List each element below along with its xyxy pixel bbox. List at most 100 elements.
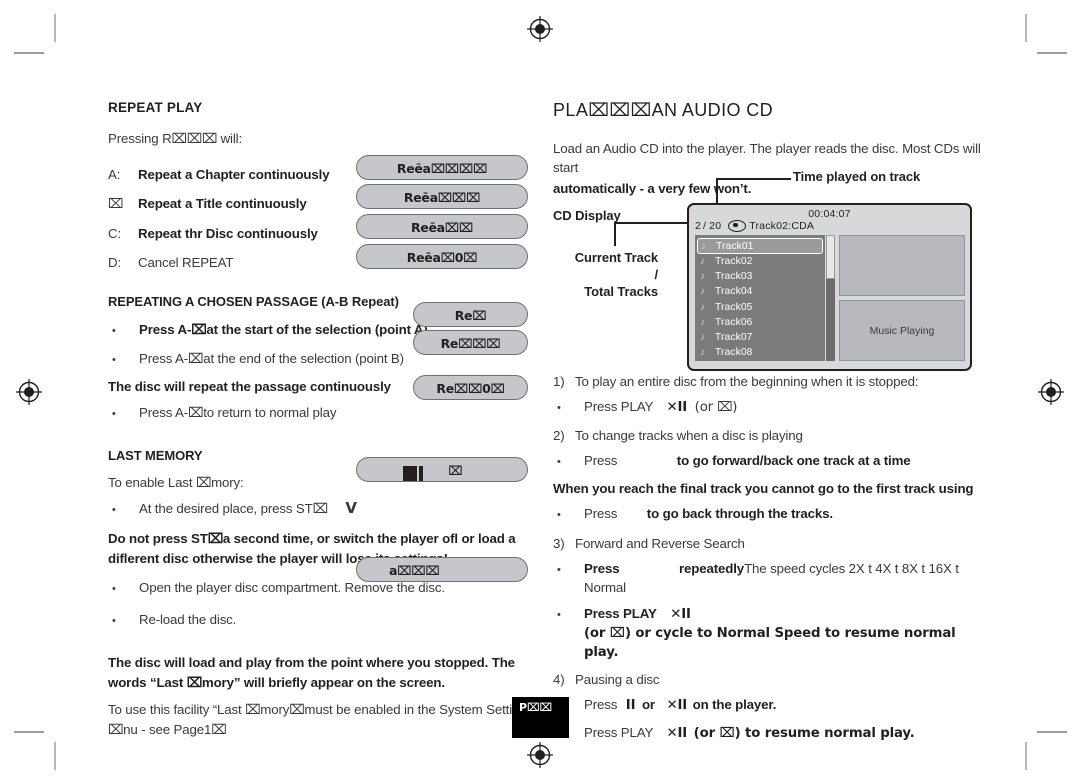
repeat-title-button[interactable]: Reēa⌧⌧⌧ (356, 184, 528, 209)
bullet-dot-icon: • (557, 609, 561, 621)
reload-disc-button[interactable]: a⌧⌧⌧ (356, 557, 528, 582)
callout-time-played-leader-horizontal (717, 178, 791, 180)
instruction-2-bullet-2-post: to go back through the tracks. (646, 506, 833, 521)
repeat-row-c-text: Repeat thr Disc continuously (138, 226, 318, 241)
bullet-dot-icon: • (112, 325, 116, 337)
repeat-disc-button-label: Reēa⌧⌧ (410, 220, 474, 235)
repeat-chapter-button[interactable]: Reēa⌧⌧⌧⌧ (356, 155, 528, 180)
repeat-play-heading: REPEAT PLAY (108, 100, 203, 115)
ab-repeat-cancel-button-label: Re⌧⌧0⌧ (436, 381, 505, 396)
instruction-4-title: Pausing a disc (575, 672, 660, 687)
repeat-disc-button[interactable]: Reēa⌧⌧ (356, 214, 528, 239)
instruction-3-bullet-1: • Press repeatedlyThe speed cycles 2X t … (553, 559, 985, 597)
cd-track-list-scrollbar-thumb[interactable] (826, 235, 835, 279)
bullet-dot-icon: • (557, 456, 561, 468)
music-note-icon: ♪ (700, 347, 706, 359)
callout-current-track-line1: Current Track / (574, 250, 658, 282)
instruction-3-title: Forward and Reverse Search (575, 536, 745, 551)
crop-mark-bottom-left-vertical (54, 742, 56, 770)
cd-display-right-panes: Music Playing (839, 235, 965, 361)
repeat-row-a-key: A: (108, 167, 121, 182)
ab-repeat-bullet-2-text: Press A-⌧at the end of the selection (po… (139, 351, 404, 366)
callout-current-track-line2: Total Tracks (584, 284, 658, 299)
last-memory-bullet-2: • Re-load the disc. (108, 610, 540, 631)
instruction-1-bullet-1: • Press PLAY ✕II (or ⌧) (553, 397, 985, 418)
repeat-row-b-text: Repeat a Title continuously (138, 196, 307, 211)
callout-time-played-leader-vertical (716, 178, 718, 206)
cd-track-label: Track03 (715, 271, 753, 283)
bullet-dot-icon: • (557, 402, 561, 414)
ab-repeat-return-text: Press A-⌧to return to normal play (139, 405, 337, 420)
callout-current-track-leader-vertical (614, 222, 616, 246)
music-note-icon: ♪ (700, 256, 706, 268)
instruction-2-bullet-1-pre: Press (584, 453, 618, 468)
cd-track-label: Track01 (716, 240, 754, 252)
cd-track-label: Track07 (715, 332, 753, 344)
crop-mark-top-right-vertical (1025, 14, 1027, 42)
ab-repeat-point-a-button[interactable]: Re⌧ (413, 302, 528, 327)
last-memory-outro-bold: The disc will load and play from the poi… (108, 655, 515, 690)
playing-audio-cd-heading: PLA⌧⌧⌧AN AUDIO CD (553, 100, 774, 120)
cd-track-list-scrollbar[interactable] (826, 235, 835, 361)
bullet-dot-icon: • (112, 504, 116, 516)
music-note-icon: ♪ (700, 332, 706, 344)
cd-track-item[interactable]: ♪ Track05 (695, 300, 825, 315)
instruction-1-bullet-1-pre: Press PLAY (584, 399, 653, 414)
repeat-row-b-key: ⌧ (108, 197, 124, 212)
last-memory-outro-light: To use this facility “Last ⌧mory⌧must be… (108, 702, 533, 737)
cd-elapsed-time: 00:04:07 (808, 208, 851, 220)
ab-repeat-cancel-button[interactable]: Re⌧⌧0⌧ (413, 375, 528, 400)
repeat-row-c-key: C: (108, 226, 121, 241)
cd-track-label: Track05 (715, 301, 753, 313)
cancel-repeat-button[interactable]: Reēa⌧0⌧ (356, 244, 528, 269)
last-memory-step-1: • At the desired place, press ST⌧ V (108, 499, 540, 520)
ab-repeat-point-a-button-label: Re⌧ (454, 308, 487, 323)
cd-track-item[interactable]: ♪ Track08 (695, 345, 825, 360)
crop-mark-bottom-right-horizontal (1037, 731, 1067, 733)
instruction-4-bullet-1-pre: Press (584, 697, 618, 712)
stop-button[interactable]: ⌧ (356, 457, 528, 482)
ab-repeat-bullet-1-text: Press A-⌧at the start of the selection (… (139, 322, 428, 337)
stop-button-label: ⌧ (448, 463, 463, 478)
cd-track-separator: / (703, 220, 707, 232)
disc-icon (728, 220, 747, 232)
cd-track-label: Track08 (715, 347, 753, 359)
instruction-1-title: To play an entire disc from the beginnin… (575, 374, 919, 389)
instruction-2: 2) To change tracks when a disc is playi… (553, 426, 985, 445)
cd-track-item[interactable]: ♪ Track07 (695, 330, 825, 345)
crop-mark-bottom-right-vertical (1025, 742, 1027, 770)
repeat-row-d-key: D: (108, 255, 121, 270)
music-note-icon: ♪ (700, 301, 706, 313)
instruction-4-bullet-2-post: (or ⌧) to resume normal play. (693, 726, 915, 741)
cd-display-artwork-pane (839, 235, 965, 296)
bullet-dot-icon: • (112, 615, 116, 627)
music-note-icon: ♪ (701, 240, 707, 252)
callout-current-track-leader-horizontal (614, 222, 694, 224)
music-note-icon: ♪ (700, 271, 706, 283)
instruction-1-number: 1) (553, 374, 565, 389)
cd-track-item[interactable]: ♪ Track06 (695, 315, 825, 330)
instruction-1-bullet-1-post: (or ⌧) (694, 400, 738, 415)
ab-repeat-point-b-button-label: Re⌧⌧⌧ (440, 336, 501, 351)
cd-track-item[interactable]: ♪ Track03 (695, 269, 825, 284)
cd-track-item[interactable]: ♪ Track04 (695, 284, 825, 299)
repeat-row-d-text: Cancel REPEAT (138, 255, 234, 270)
cd-track-item-selected[interactable]: ♪ Track01 (697, 238, 823, 254)
cd-track-list[interactable]: ♪ Track01 ♪ Track02 ♪ Track03 ♪ Track04 … (695, 235, 825, 361)
play-pause-icon: ✕II (666, 726, 688, 741)
page-footer-box: P⌧⌧ (512, 697, 569, 738)
instruction-3-bullet-2-post: (or ⌧) or cycle to Normal Speed to resum… (584, 626, 956, 660)
cd-track-item[interactable]: ♪ Track02 (695, 254, 825, 269)
crop-mark-top-right-horizontal (1037, 52, 1067, 54)
cd-display-panes: ♪ Track01 ♪ Track02 ♪ Track03 ♪ Track04 … (689, 235, 970, 361)
crop-mark-bottom-left-horizontal (14, 731, 44, 733)
instruction-3-bullet-1-tail: The speed cycles 2X t 4X t 8X t 16X t No… (584, 561, 959, 595)
page-number-label: P⌧⌧ (519, 701, 552, 714)
instruction-3-number: 3) (553, 536, 565, 551)
repeat-play-intro: Pressing R⌧⌧⌧ will: (108, 131, 243, 146)
instruction-2-title: To change tracks when a disc is playing (575, 428, 803, 443)
instruction-4-bullet-1: • Press II or ✕II on the player. (553, 695, 985, 716)
instruction-4: 4) Pausing a disc (553, 670, 985, 689)
ab-repeat-point-b-button[interactable]: Re⌧⌧⌧ (413, 330, 528, 355)
cancel-repeat-button-label: Reēa⌧0⌧ (406, 250, 478, 265)
